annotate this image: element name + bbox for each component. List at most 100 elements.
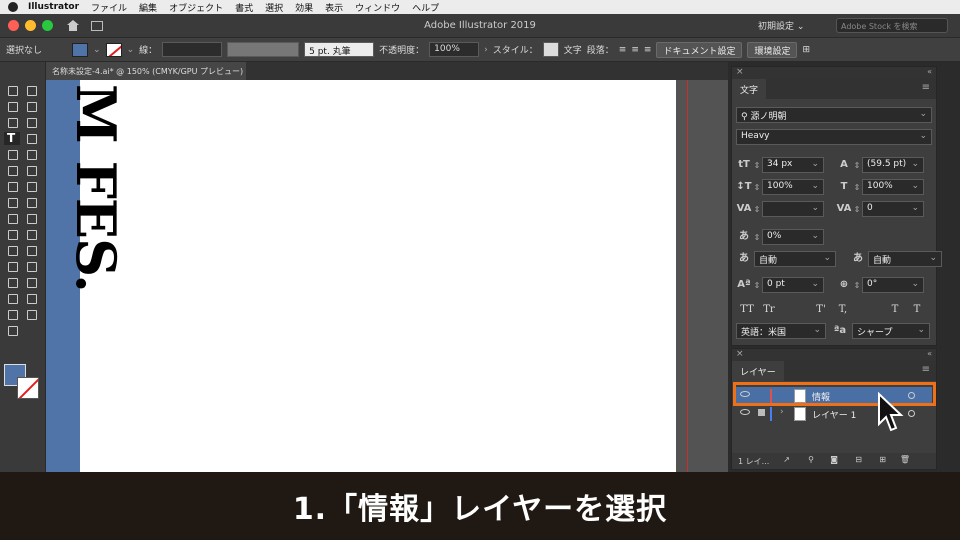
chevron-down-icon[interactable]: ⌄	[93, 45, 101, 55]
direct-selection-tool-icon[interactable]	[23, 84, 39, 97]
eyedropper-tool-icon[interactable]	[23, 260, 39, 273]
chevron-down-icon[interactable]: ⌄	[911, 159, 919, 169]
eraser-tool-icon[interactable]	[23, 180, 39, 193]
chevron-down-icon[interactable]: ⌄	[919, 131, 927, 141]
stepper-icon[interactable]: ⇕	[852, 161, 862, 170]
align-panel-icon[interactable]: ⊞	[802, 45, 810, 55]
chevron-down-icon[interactable]: ⌄	[911, 203, 919, 213]
preferences-button[interactable]: 環境設定	[747, 41, 798, 58]
align-left-icon[interactable]: ≡	[619, 45, 627, 55]
chevron-down-icon[interactable]: ⌄	[127, 45, 135, 55]
selection-tool-icon[interactable]	[4, 84, 20, 97]
gradient-tool-icon[interactable]	[4, 260, 20, 273]
font-size-field[interactable]: 34 px ⌄	[762, 157, 824, 173]
document-setup-button[interactable]: ドキュメント設定	[656, 41, 743, 58]
menu-select[interactable]: 選択	[265, 1, 283, 14]
ellipse-tool-icon[interactable]	[4, 164, 20, 177]
chevron-down-icon[interactable]: ⌄	[811, 231, 819, 241]
zoom-window-button[interactable]	[42, 20, 53, 31]
collect-export-icon[interactable]: ↗	[783, 455, 790, 464]
all-caps-button[interactable]: TT	[736, 304, 758, 315]
language-field[interactable]: 英語：米国 ⌄	[736, 323, 826, 339]
stepper-icon[interactable]: ⇕	[852, 183, 862, 192]
align-center-icon[interactable]: ≡	[631, 45, 639, 55]
free-transform-tool-icon[interactable]	[23, 212, 39, 225]
font-style-field[interactable]: Heavy ⌄	[736, 129, 932, 145]
collapse-icon[interactable]: «	[927, 349, 932, 358]
fill-color-swatch[interactable]	[72, 42, 89, 57]
horizontal-scale-field[interactable]: 100% ⌄	[862, 179, 924, 195]
line-tool-icon[interactable]	[4, 148, 20, 161]
chevron-right-icon[interactable]: ›	[484, 45, 488, 55]
expand-arrow-icon[interactable]: ›	[780, 407, 784, 417]
blob-brush-tool-icon[interactable]	[4, 180, 20, 193]
aki-right-field[interactable]: 自動 ⌄	[868, 251, 942, 267]
tab-character[interactable]: 文字	[732, 79, 767, 99]
baseline-shift-field[interactable]: 0 pt ⌄	[762, 277, 824, 293]
close-icon[interactable]: ×	[736, 349, 744, 359]
stepper-icon[interactable]: ⇕	[752, 281, 762, 290]
clipping-mask-icon[interactable]: ◙	[830, 455, 838, 464]
stroke-color-swatch[interactable]	[105, 42, 122, 57]
tracking-field[interactable]: 0 ⌄	[862, 201, 924, 217]
brush-definition-field[interactable]: 5 pt. 丸筆	[304, 42, 375, 57]
lasso-tool-icon[interactable]	[23, 100, 39, 113]
magic-wand-tool-icon[interactable]	[4, 100, 20, 113]
paintbrush-tool-icon[interactable]	[23, 164, 39, 177]
perspective-grid-tool-icon[interactable]	[4, 244, 20, 257]
lock-icon[interactable]	[758, 409, 765, 416]
workspace-switcher[interactable]: 初期設定 ⌄	[758, 19, 804, 32]
close-icon[interactable]: ×	[736, 67, 744, 77]
menu-help[interactable]: ヘルプ	[412, 1, 439, 14]
chevron-down-icon[interactable]: ⌄	[811, 159, 819, 169]
zoom-tool-icon[interactable]	[4, 324, 20, 337]
apple-icon[interactable]	[8, 2, 18, 12]
curvature-tool-icon[interactable]	[23, 116, 39, 129]
chevron-down-icon[interactable]: ⌄	[811, 203, 819, 213]
kerning-field[interactable]: ⌄	[762, 201, 824, 217]
trash-icon[interactable]: 🗑	[900, 455, 910, 464]
menu-app[interactable]: Illustrator	[28, 2, 79, 12]
align-right-icon[interactable]: ≡	[644, 45, 652, 55]
type-tool-icon[interactable]	[4, 131, 20, 145]
blend-tool-icon[interactable]	[4, 276, 20, 289]
document-tab[interactable]: 名称未設定-4.ai* @ 150% (CMYK/GPU プレビュー)	[46, 62, 246, 80]
small-caps-button[interactable]: Tr	[758, 304, 780, 315]
home-icon[interactable]	[67, 20, 79, 31]
arc-tool-icon[interactable]	[23, 132, 39, 145]
stepper-icon[interactable]: ⇕	[852, 281, 862, 290]
width-tool-icon[interactable]	[4, 212, 20, 225]
vertical-art-text[interactable]: M FES.	[64, 84, 134, 292]
symbol-sprayer-tool-icon[interactable]	[23, 276, 39, 289]
chevron-down-icon[interactable]: ⌄	[919, 109, 927, 119]
tab-layers[interactable]: レイヤー	[732, 361, 784, 381]
scale-tool-icon[interactable]	[23, 196, 39, 209]
pen-tool-icon[interactable]	[4, 116, 20, 129]
panel-menu-icon[interactable]: ≡	[922, 82, 930, 93]
underline-button[interactable]: T	[884, 304, 906, 315]
character-link[interactable]: 文字	[564, 43, 582, 56]
menu-object[interactable]: オブジェクト	[169, 1, 223, 14]
target-circle-icon[interactable]	[908, 410, 915, 417]
mesh-tool-icon[interactable]	[23, 244, 39, 257]
new-sublayer-icon[interactable]: ⊟	[855, 455, 862, 464]
panel-menu-icon[interactable]: ≡	[922, 364, 930, 375]
stepper-icon[interactable]: ⇕	[752, 233, 762, 242]
chevron-down-icon[interactable]: ⌄	[911, 279, 919, 289]
close-window-button[interactable]	[8, 20, 19, 31]
stroke-color-box[interactable]	[17, 377, 39, 399]
minimize-window-button[interactable]	[25, 20, 36, 31]
chevron-down-icon[interactable]: ⌄	[811, 279, 819, 289]
menu-effect[interactable]: 効果	[295, 1, 313, 14]
superscript-button[interactable]: T'	[810, 304, 832, 315]
slice-tool-icon[interactable]	[4, 308, 20, 321]
menu-edit[interactable]: 編集	[139, 1, 157, 14]
graphic-style-swatch[interactable]	[542, 42, 559, 57]
locate-object-icon[interactable]: ⚲	[808, 455, 814, 464]
vertical-scale-field[interactable]: 100% ⌄	[762, 179, 824, 195]
menu-file[interactable]: ファイル	[91, 1, 127, 14]
visibility-eye-icon[interactable]	[740, 409, 750, 415]
stroke-weight-field[interactable]	[162, 42, 223, 57]
paragraph-link[interactable]: 段落：	[587, 43, 614, 56]
stepper-icon[interactable]: ⇕	[752, 183, 762, 192]
